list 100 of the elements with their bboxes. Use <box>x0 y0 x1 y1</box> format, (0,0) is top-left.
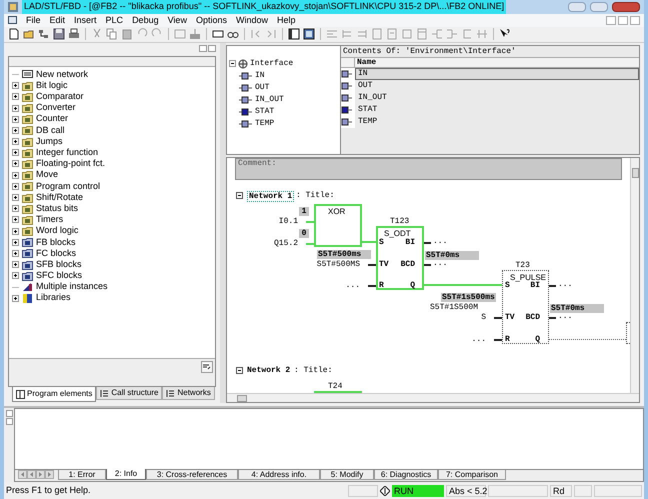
tree-item[interactable]: Counter <box>36 112 68 126</box>
folder-icon <box>22 148 33 158</box>
expand-button[interactable] <box>12 138 19 146</box>
vertical-scrollbar[interactable] <box>630 158 639 394</box>
expand-button[interactable] <box>12 216 19 224</box>
collapse-button[interactable] <box>229 60 236 68</box>
expand-button[interactable] <box>12 93 19 100</box>
table-row[interactable]: IN <box>355 68 639 80</box>
close-button[interactable] <box>612 2 640 12</box>
next-button[interactable] <box>36 470 45 480</box>
function-block[interactable] <box>376 226 424 290</box>
first-page-button[interactable] <box>18 470 27 480</box>
previous-icon <box>29 472 34 478</box>
folder-icon <box>22 80 33 91</box>
pin-label: R <box>505 334 510 344</box>
tree-item[interactable]: Jumps <box>36 134 63 148</box>
menu-item[interactable]: Window <box>236 14 268 28</box>
last-page-button[interactable] <box>45 470 54 480</box>
table-row[interactable]: OUT <box>355 80 639 92</box>
tree-item[interactable]: Interface <box>250 58 294 70</box>
expand-button[interactable] <box>12 261 19 268</box>
minimize-button[interactable] <box>199 44 207 52</box>
connection-wire <box>368 264 376 266</box>
tree-item[interactable]: Shift/Rotate <box>36 190 84 204</box>
tree-item[interactable]: Converter <box>36 101 76 115</box>
port-icon <box>341 106 353 114</box>
expand-button[interactable] <box>12 82 19 90</box>
close-button[interactable] <box>208 44 216 52</box>
horizontal-scrollbar[interactable] <box>227 393 639 402</box>
expand-button[interactable] <box>12 126 19 134</box>
tree-item[interactable]: Word logic <box>36 224 78 238</box>
expand-button[interactable] <box>12 149 19 156</box>
tree-item[interactable]: IN_OUT <box>255 94 284 106</box>
tree-item[interactable]: STAT <box>255 106 274 118</box>
menu-item[interactable]: View <box>168 14 187 28</box>
folder-icon <box>22 136 33 147</box>
expand-button[interactable] <box>12 294 19 302</box>
restore-button[interactable] <box>6 418 12 426</box>
expand-button[interactable] <box>12 238 19 246</box>
stack-icon <box>22 282 33 292</box>
expand-button[interactable] <box>12 272 19 280</box>
tree-item[interactable]: TEMP <box>255 118 274 130</box>
tree-item[interactable]: FB blocks <box>36 236 76 250</box>
expand-button[interactable] <box>12 194 19 202</box>
tree-item[interactable]: Comparator <box>36 90 84 104</box>
tree-item[interactable]: OUT <box>255 82 270 94</box>
table-row[interactable]: STAT <box>355 104 639 116</box>
pin-label: BI <box>405 238 415 247</box>
output-tab[interactable]: 7: Comparison <box>438 470 506 480</box>
tree-item[interactable]: IN <box>255 70 265 82</box>
menu-item[interactable]: Help <box>277 14 296 28</box>
panel-tab[interactable]: Call structure <box>96 387 162 400</box>
output-tab[interactable]: 1: Error <box>58 470 106 480</box>
panel-tab[interactable]: Program elements <box>12 387 96 402</box>
expand-button[interactable] <box>12 205 19 212</box>
expand-button[interactable] <box>12 104 19 112</box>
menu-item[interactable]: Insert <box>74 14 97 28</box>
function-block[interactable] <box>502 270 549 344</box>
collapse-button[interactable] <box>236 366 243 374</box>
tree-item[interactable]: SFC blocks <box>36 269 82 283</box>
menu-item[interactable]: Options <box>196 14 227 28</box>
table-row[interactable]: IN_OUT <box>355 92 639 104</box>
expand-button[interactable] <box>12 160 19 168</box>
output-tab[interactable]: 5: Modify <box>320 470 374 480</box>
folder-icon <box>22 214 33 225</box>
expand-button[interactable] <box>12 116 19 123</box>
connection-wire <box>494 338 502 341</box>
tree-item[interactable]: Timers <box>36 213 64 227</box>
insert-button[interactable] <box>201 361 213 374</box>
output-tab[interactable]: 3: Cross-references <box>146 470 238 480</box>
menu-item[interactable]: File <box>26 14 41 28</box>
table-row[interactable]: TEMP <box>355 116 639 128</box>
tree-item[interactable]: SFB blocks <box>36 258 82 272</box>
tree-item[interactable]: DB call <box>36 124 65 138</box>
close-button[interactable] <box>6 410 12 418</box>
status-panel <box>488 484 548 497</box>
tree-item[interactable]: Status bits <box>36 202 78 216</box>
tree-item[interactable]: Floating-point fct. <box>36 157 106 171</box>
pin-label: Q <box>535 334 540 344</box>
panel-tab[interactable]: Networks <box>162 387 215 400</box>
menu-item[interactable]: PLC <box>106 14 124 28</box>
previous-button[interactable] <box>27 470 36 480</box>
expand-button[interactable] <box>12 228 19 235</box>
expand-button[interactable] <box>12 250 19 257</box>
tree-item[interactable]: Program control <box>36 180 100 194</box>
output-tab[interactable]: 4: Address info. <box>238 470 320 480</box>
expand-button[interactable] <box>12 172 19 179</box>
tree-item[interactable]: Integer function <box>36 146 98 160</box>
tree-item[interactable]: FC blocks <box>36 246 76 260</box>
tree-item[interactable]: Multiple instances <box>36 280 108 294</box>
output-tab[interactable]: 6: Diagnostics <box>374 470 438 480</box>
tree-item[interactable]: Libraries <box>36 291 71 305</box>
expand-button[interactable] <box>12 182 19 190</box>
tree-item[interactable]: New network <box>36 68 88 82</box>
collapse-button[interactable] <box>236 192 243 199</box>
tree-item[interactable]: Bit logic <box>36 78 68 92</box>
menu-item[interactable]: Edit <box>50 14 66 28</box>
output-tab[interactable]: 2: Info <box>106 469 146 480</box>
menu-item[interactable]: Debug <box>132 14 159 28</box>
tree-item[interactable]: Move <box>36 168 58 182</box>
